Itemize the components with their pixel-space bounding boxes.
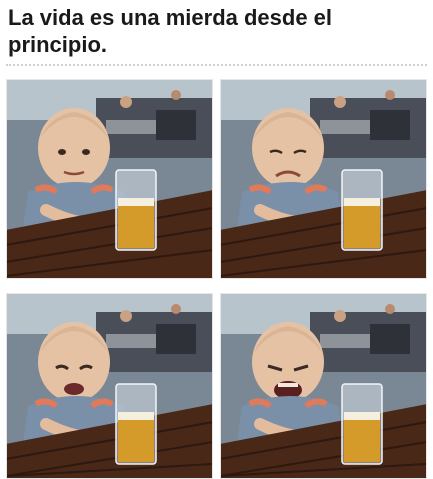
meme-panel-1 <box>6 79 213 279</box>
caption-divider <box>6 64 427 66</box>
meme-panel-3 <box>6 293 213 479</box>
meme-panel-2 <box>220 79 427 279</box>
meme-caption: La vida es una mierda desde el principio… <box>8 5 333 57</box>
meme-panel-4 <box>220 293 427 479</box>
meme-image-grid <box>6 79 427 479</box>
